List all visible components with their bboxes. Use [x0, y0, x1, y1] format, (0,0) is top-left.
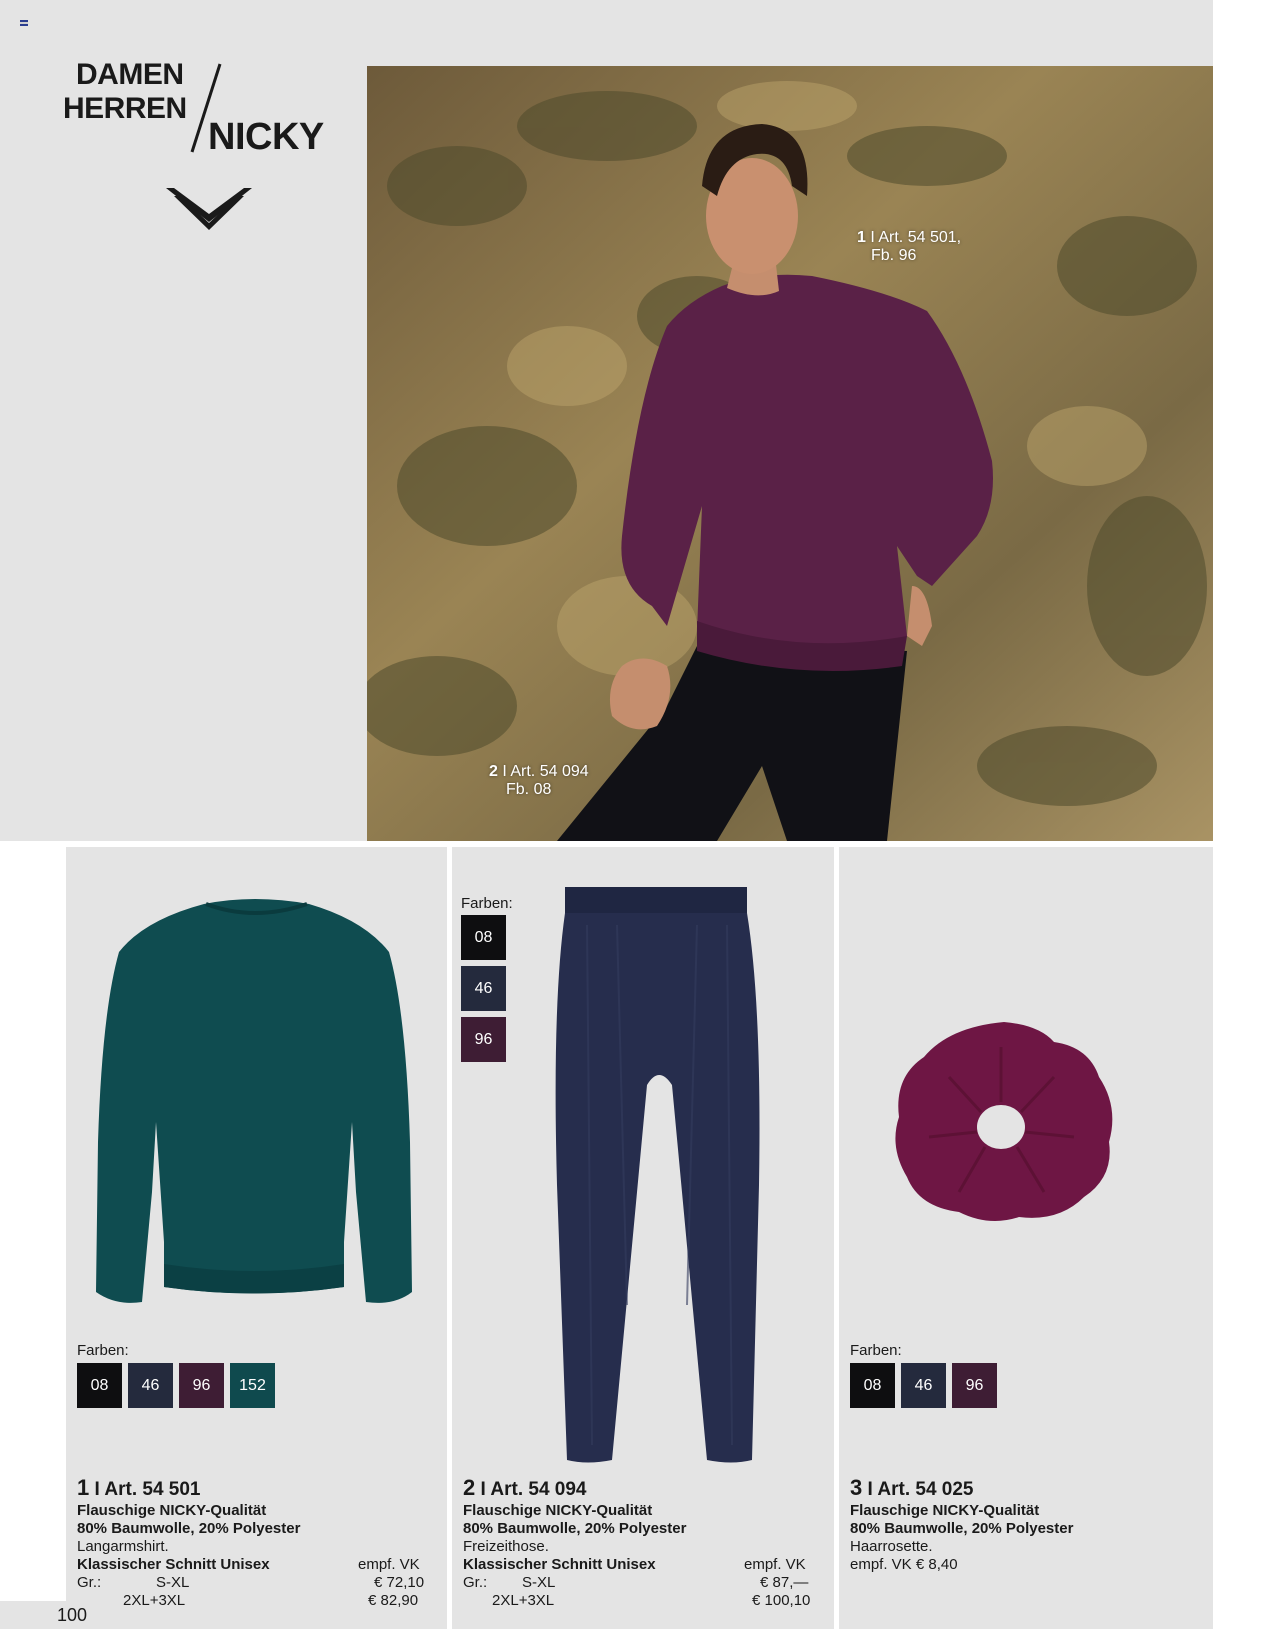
farben-label: Farben:: [850, 1342, 902, 1359]
product-type: Freizeithose.: [463, 1538, 549, 1555]
photo-label-1-article: I Art. 54 501,: [865, 229, 962, 246]
photo-label-1-number: 1: [857, 229, 866, 246]
price-2: € 100,10: [752, 1592, 811, 1609]
size-label: Gr.:: [77, 1574, 102, 1591]
product-card-3: Farben: 08 46 96 3 I Art. 54 025 Flausch…: [839, 847, 1213, 1629]
color-swatch-08[interactable]: 08: [850, 1363, 895, 1408]
product-heading: 2 I Art. 54 094: [463, 1475, 587, 1501]
product-type: Langarmshirt.: [77, 1538, 169, 1555]
page-number: 100: [57, 1605, 88, 1625]
material-line: 80% Baumwolle, 20% Polyester: [850, 1520, 1074, 1537]
photo-label-2-color: Fb. 08: [506, 781, 552, 798]
color-swatch-46[interactable]: 46: [901, 1363, 946, 1408]
quality-line: Flauschige NICKY-Qualität: [463, 1502, 653, 1519]
vk-label: empf. VK: [358, 1556, 420, 1573]
photo-label-1: 1 I Art. 54 501,: [857, 229, 961, 247]
photo-label-2-number: 2: [489, 763, 498, 780]
lifestyle-photo: 1 I Art. 54 501, Fb. 96 2 I Art. 54 094 …: [367, 66, 1213, 841]
color-swatch-08[interactable]: 08: [77, 1363, 122, 1408]
price-2: € 82,90: [368, 1592, 419, 1609]
product-number: 2: [463, 1475, 476, 1500]
vk-label: empf. VK: [744, 1556, 806, 1573]
chevron-wings-logo-icon: [166, 188, 252, 230]
brand-line-damen: DAMEN: [76, 58, 184, 91]
cut-line: Klassischer Schnitt Unisex: [77, 1556, 270, 1573]
article-number: I Art. 54 094: [475, 1479, 587, 1500]
price-1: € 72,10: [374, 1574, 425, 1591]
color-swatch-96[interactable]: 96: [952, 1363, 997, 1408]
size-range-1: S-XL: [156, 1574, 190, 1591]
color-swatch-96[interactable]: 96: [461, 1017, 506, 1062]
photo-label-1-color: Fb. 96: [871, 247, 917, 264]
page-number-box: 100: [0, 1601, 107, 1629]
photo-label-2-article: I Art. 54 094: [497, 763, 589, 780]
brand-line-herren: HERREN: [63, 92, 187, 125]
color-swatch-46[interactable]: 46: [128, 1363, 173, 1408]
size-range-2: 2XL+3XL: [492, 1592, 555, 1609]
size-range-1: S-XL: [522, 1574, 556, 1591]
product-number: 1: [77, 1475, 90, 1500]
price-line: empf. VK € 8,40: [850, 1556, 958, 1573]
scrunchie-product-image: [895, 1022, 1113, 1221]
material-line: 80% Baumwolle, 20% Polyester: [77, 1520, 301, 1537]
pants-product-image: [555, 887, 760, 1463]
color-swatch-152[interactable]: 152: [230, 1363, 275, 1408]
product-type: Haarrosette.: [850, 1538, 933, 1555]
article-number: I Art. 54 501: [89, 1479, 201, 1500]
product-heading: 3 I Art. 54 025: [850, 1475, 974, 1501]
size-range-2: 2XL+3XL: [123, 1592, 186, 1609]
price-1: € 87,—: [760, 1574, 809, 1591]
farben-label: Farben:: [461, 895, 513, 912]
page-margin: [1213, 0, 1280, 1629]
color-swatch-96[interactable]: 96: [179, 1363, 224, 1408]
color-swatch-46[interactable]: 46: [461, 966, 506, 1011]
photo-label-2: 2 I Art. 54 094: [489, 763, 589, 781]
quality-line: Flauschige NICKY-Qualität: [77, 1502, 267, 1519]
farben-label: Farben:: [77, 1342, 129, 1359]
flag-icon: [20, 20, 28, 26]
cut-line: Klassischer Schnitt Unisex: [463, 1556, 656, 1573]
article-number: I Art. 54 025: [862, 1479, 974, 1500]
brand-line-nicky: NICKY: [208, 116, 324, 158]
size-label: Gr.:: [463, 1574, 488, 1591]
product-card-1: Farben: 08 46 96 152 1 I Art. 54 501 Fla…: [66, 847, 447, 1629]
product-card-2: Farben: 08 46 96 2 I Art. 54 094 Flausch…: [452, 847, 834, 1629]
sweater-product-image: [96, 899, 412, 1303]
product-heading: 1 I Art. 54 501: [77, 1475, 201, 1501]
product-number: 3: [850, 1475, 863, 1500]
quality-line: Flauschige NICKY-Qualität: [850, 1502, 1040, 1519]
color-swatch-08[interactable]: 08: [461, 915, 506, 960]
material-line: 80% Baumwolle, 20% Polyester: [463, 1520, 687, 1537]
